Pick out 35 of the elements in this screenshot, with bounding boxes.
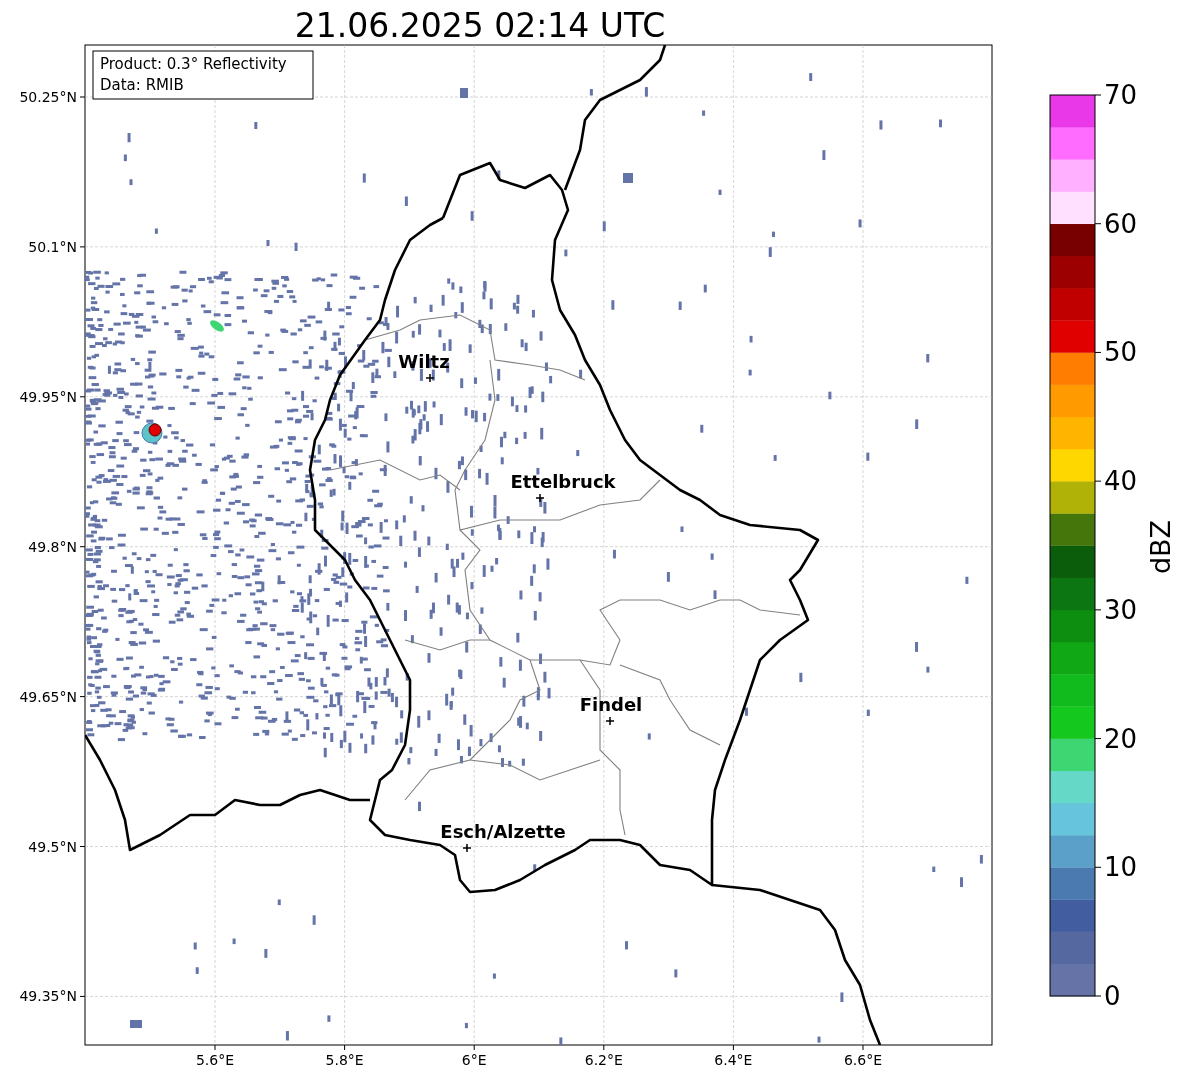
latitude-label: 49.95°N: [19, 388, 77, 405]
colorbar-tick-label: 70: [1104, 80, 1138, 110]
city-marker-icon: [462, 843, 472, 853]
city-marker-icon: [535, 493, 545, 503]
city-marker-icon: [605, 716, 615, 726]
longitude-label: 6.4°E: [714, 1052, 753, 1068]
info-text: Data: RMIB: [100, 76, 184, 94]
longitude-label: 5.6°E: [195, 1052, 235, 1068]
colorbar-tick-label: 30: [1104, 594, 1138, 625]
chart-title: 21.06.2025 02:14 UTC: [294, 6, 666, 45]
latitude-label: 50.25°N: [19, 89, 77, 105]
longitude-label: 6°E: [461, 1052, 487, 1068]
city-label: Esch/Alzette: [440, 821, 566, 842]
colorbar-tick-label: 10: [1104, 852, 1138, 883]
colorbar-tick-label: 0: [1104, 981, 1121, 1011]
city-label: Ettelbruck: [510, 471, 616, 492]
latitude-label: 50.1°N: [28, 238, 77, 255]
colorbar-tick-label: 40: [1104, 466, 1138, 497]
longitude-label: 5.8°E: [325, 1052, 364, 1068]
colorbar-tick-label: 60: [1104, 208, 1138, 239]
colorbar-tick-label: 20: [1104, 723, 1138, 754]
colorbar-tick-label: 50: [1104, 337, 1138, 368]
city-label: Findel: [579, 694, 643, 715]
echo-cluster-icon: [210, 320, 224, 332]
latitude-label: 49.35°N: [19, 988, 77, 1005]
longitude-label: 6.6°E: [843, 1052, 883, 1068]
latitude-label: 49.8°N: [28, 538, 77, 555]
info-text: Product: 0.3° Reflectivity: [100, 55, 287, 73]
city-marker-icon: [425, 373, 435, 383]
latitude-label: 49.5°N: [28, 838, 77, 855]
colorbar-label: dBZ: [1145, 519, 1176, 575]
radar-site-icon: [141, 422, 163, 444]
city-label: Wiltz: [398, 351, 450, 372]
latitude-label: 49.65°N: [19, 688, 77, 705]
longitude-label: 6.2°E: [584, 1052, 623, 1068]
